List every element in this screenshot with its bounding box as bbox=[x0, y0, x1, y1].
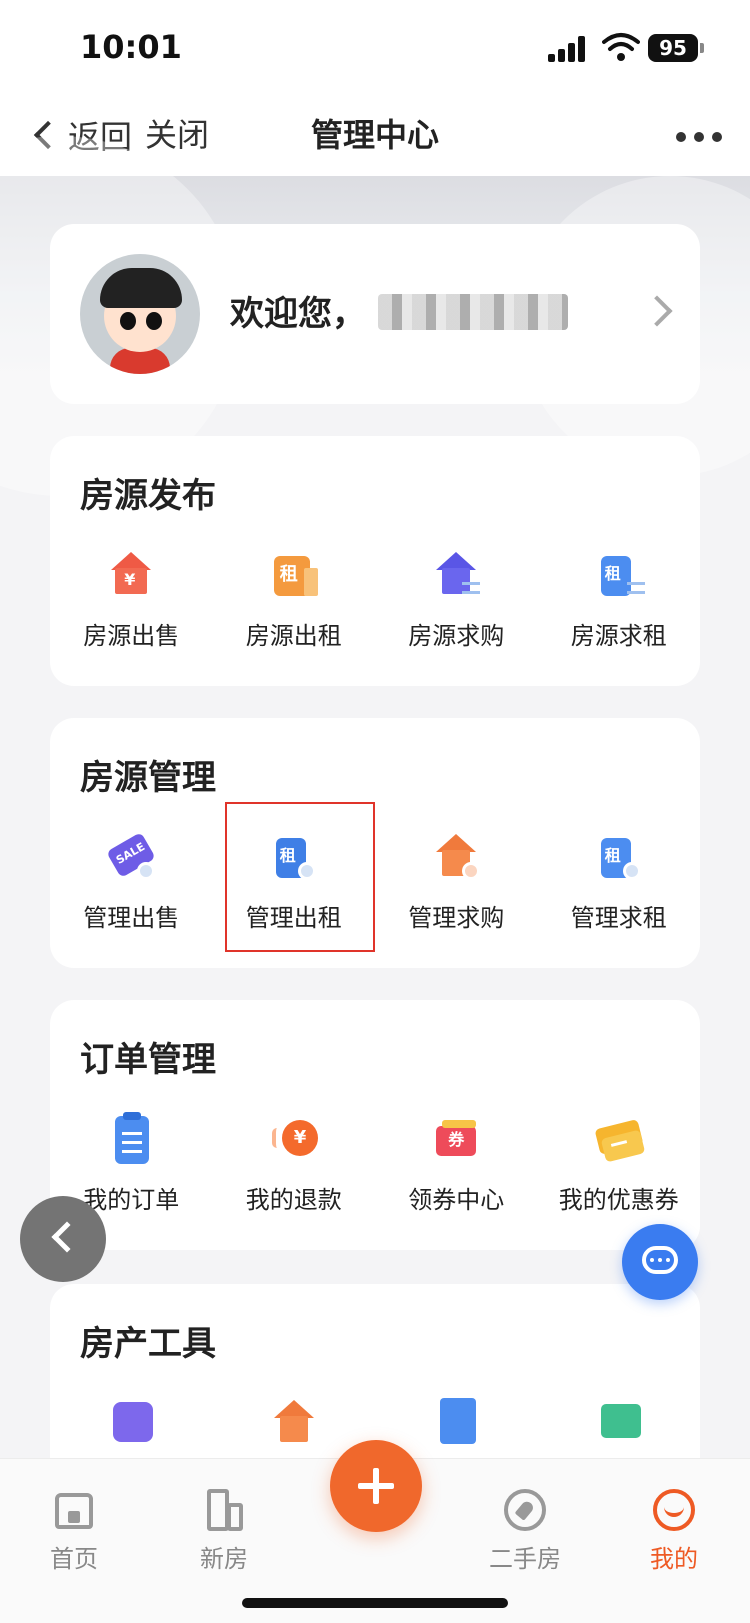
smile-icon bbox=[651, 1487, 697, 1533]
battery-tip bbox=[700, 43, 704, 53]
section-title: 订单管理 bbox=[80, 1040, 216, 1080]
grid-item-label: 我的退款 bbox=[245, 1186, 342, 1214]
grid-item-label: 管理求购 bbox=[408, 904, 505, 932]
book-icon bbox=[428, 1396, 484, 1452]
status-bar: 10:01 95 bbox=[0, 0, 750, 96]
grid-item-label: 房源求租 bbox=[570, 622, 667, 650]
my-refunds-button[interactable]: ¥ 我的退款 bbox=[213, 1112, 376, 1222]
rent-building-icon: 租 bbox=[266, 548, 322, 604]
newspaper-icon bbox=[591, 1396, 647, 1452]
orders-section: 订单管理 我的订单 ¥ 我的退款 券 领券中心 我的优惠券 bbox=[50, 1000, 700, 1250]
publish-section: 房源发布 ¥ 房源出售 租 房源出租 房源求购 租 房源求租 bbox=[50, 436, 700, 686]
grid-item-label: 领券中心 bbox=[408, 1186, 505, 1214]
tab-mine[interactable]: 我的 bbox=[624, 1487, 724, 1574]
avatar bbox=[80, 254, 200, 374]
refund-coin-icon: ¥ bbox=[266, 1112, 322, 1168]
coupon-icon: 券 bbox=[428, 1112, 484, 1168]
wifi-icon bbox=[602, 33, 640, 61]
tab-label: 首页 bbox=[50, 1545, 98, 1573]
building-icon bbox=[201, 1487, 247, 1533]
want-buy-button[interactable]: 房源求购 bbox=[375, 548, 538, 658]
section-title: 房产工具 bbox=[80, 1324, 216, 1364]
profile-card[interactable]: 欢迎您， bbox=[50, 224, 700, 404]
username-blurred bbox=[378, 294, 568, 330]
tab-home[interactable]: 首页 bbox=[24, 1487, 124, 1574]
manage-want-rent-button[interactable]: 租 管理求租 bbox=[538, 830, 701, 940]
home-icon bbox=[51, 1487, 97, 1533]
sell-property-button[interactable]: ¥ 房源出售 bbox=[50, 548, 213, 658]
chevron-right-icon bbox=[641, 295, 673, 327]
manage-section: 房源管理 SALE 管理出售 租 管理出租 管理求购 租 管理求租 bbox=[50, 718, 700, 968]
sale-tag-icon: SALE bbox=[103, 830, 159, 886]
home-indicator bbox=[242, 1598, 508, 1608]
compass-icon bbox=[502, 1487, 548, 1533]
house-gear-icon bbox=[428, 830, 484, 886]
my-coupons-button[interactable]: 我的优惠券 bbox=[538, 1112, 701, 1222]
clipboard-icon bbox=[103, 1112, 159, 1168]
grid-item-label: 房源出租 bbox=[245, 622, 342, 650]
grid-item-label: 房源求购 bbox=[408, 622, 505, 650]
tab-new-homes[interactable]: 新房 bbox=[174, 1487, 274, 1574]
tab-label: 我的 bbox=[650, 1545, 698, 1573]
welcome-text: 欢迎您， bbox=[230, 294, 366, 334]
section-title: 房源管理 bbox=[80, 758, 216, 798]
ticket-icon bbox=[591, 1112, 647, 1168]
tab-label: 新房 bbox=[200, 1545, 248, 1573]
calculator-icon bbox=[103, 1396, 159, 1452]
manage-sale-button[interactable]: SALE 管理出售 bbox=[50, 830, 213, 940]
grid-item-label: 我的优惠券 bbox=[558, 1186, 679, 1214]
coupon-center-button[interactable]: 券 领券中心 bbox=[375, 1112, 538, 1222]
house-yen-icon bbox=[266, 1396, 322, 1452]
publish-plus-button[interactable] bbox=[330, 1440, 422, 1532]
rent-exchange-icon: 租 bbox=[591, 548, 647, 604]
status-time: 10:01 bbox=[80, 28, 182, 66]
house-exchange-icon bbox=[428, 548, 484, 604]
more-options-icon[interactable] bbox=[676, 132, 722, 142]
grid-item-label: 房源出售 bbox=[83, 622, 180, 650]
grid-item-label: 管理出售 bbox=[83, 904, 180, 932]
highlight-box bbox=[225, 802, 375, 952]
rent-out-property-button[interactable]: 租 房源出租 bbox=[213, 548, 376, 658]
floating-back-button[interactable] bbox=[20, 1196, 106, 1282]
battery-indicator: 95 bbox=[648, 34, 698, 62]
chat-button[interactable] bbox=[622, 1224, 698, 1300]
want-rent-button[interactable]: 租 房源求租 bbox=[538, 548, 701, 658]
rent-gear-icon: 租 bbox=[591, 830, 647, 886]
signal-icon bbox=[548, 36, 588, 62]
house-yen-icon: ¥ bbox=[103, 548, 159, 604]
grid-item-label: 管理求租 bbox=[570, 904, 667, 932]
tab-label: 二手房 bbox=[489, 1545, 561, 1573]
tab-second-hand[interactable]: 二手房 bbox=[475, 1487, 575, 1574]
manage-buy-button[interactable]: 管理求购 bbox=[375, 830, 538, 940]
section-title: 房源发布 bbox=[80, 476, 216, 516]
chevron-left-icon bbox=[51, 1221, 83, 1253]
